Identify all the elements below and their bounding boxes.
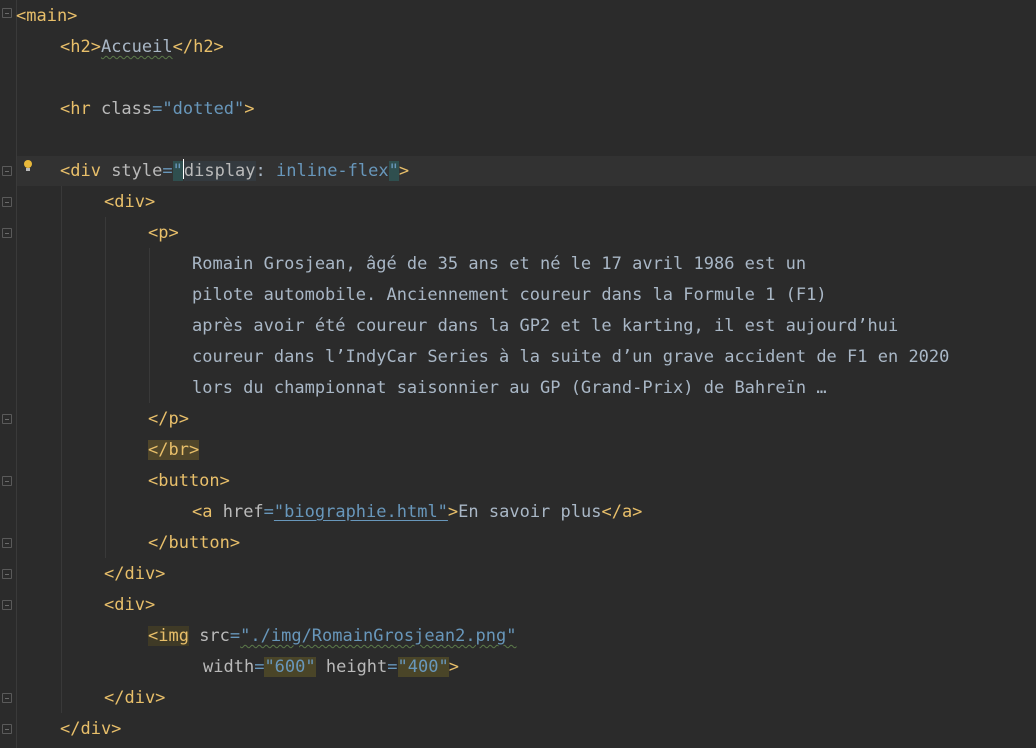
indent-guide xyxy=(149,248,150,403)
code-line: <div> xyxy=(104,188,155,219)
close-quote: " xyxy=(388,161,399,181)
code-line: <button> xyxy=(148,467,230,498)
code-line: width="600" height="400"> xyxy=(203,653,459,684)
editor-gutter xyxy=(0,0,16,748)
div-open-tag: <div xyxy=(60,161,112,181)
paragraph-text: coureur dans l’IndyCar Series à la suite… xyxy=(192,347,950,367)
equals: = xyxy=(254,657,265,677)
height-value: "400" xyxy=(397,657,449,677)
indent-guide xyxy=(61,186,62,713)
fold-marker-icon[interactable] xyxy=(2,476,12,486)
code-line: <a href="biographie.html">En savoir plus… xyxy=(192,498,642,529)
h2-close-tag: </h2> xyxy=(172,37,224,57)
fold-marker-icon[interactable] xyxy=(2,197,12,207)
href-value[interactable]: "biographie.html" xyxy=(274,502,448,522)
hr-class-attr: class xyxy=(100,99,153,119)
code-line: <img src="./img/RomainGrosjean2.png" xyxy=(148,622,517,653)
indent-guide xyxy=(105,217,106,558)
div-close-tag: </div> xyxy=(104,688,166,708)
fold-marker-icon[interactable] xyxy=(2,569,12,579)
p-close-tag: </p> xyxy=(148,409,189,429)
br-tag: </br> xyxy=(148,440,200,460)
code-line: <h2>Accueil</h2> xyxy=(60,33,224,64)
css-value: inline-flex xyxy=(276,161,389,181)
div-open-tag: <div> xyxy=(104,595,156,615)
code-line: <div style="display: inline-flex"> xyxy=(60,157,409,188)
src-attr: src xyxy=(188,626,230,646)
css-colon: : xyxy=(255,161,277,181)
code-line: <div> xyxy=(104,591,155,622)
code-line: Romain Grosjean, âgé de 35 ans et né le … xyxy=(192,250,806,281)
code-line: pilote automobile. Anciennement coureur … xyxy=(192,281,827,312)
hr-tag: <hr xyxy=(60,99,101,119)
code-line: </button> xyxy=(148,529,240,560)
div-close-tag: </div> xyxy=(60,719,122,739)
equals: = xyxy=(263,502,274,522)
tag-end: > xyxy=(447,502,459,522)
div-close-tag: </div> xyxy=(104,564,166,584)
tag-end: > xyxy=(244,99,255,119)
fold-marker-icon[interactable] xyxy=(2,8,12,18)
button-open-tag: <button> xyxy=(148,471,230,491)
link-text: En savoir plus xyxy=(458,502,602,522)
fold-marker-icon[interactable] xyxy=(2,166,12,176)
code-line: lors du championnat saisonnier au GP (Gr… xyxy=(192,374,827,405)
h2-open-tag: <h2> xyxy=(60,37,101,57)
tag-end: > xyxy=(398,161,410,181)
div-open-tag: <div> xyxy=(104,192,156,212)
h2-text: Accueil xyxy=(100,37,173,57)
equals: = xyxy=(387,657,398,677)
paragraph-text: lors du championnat saisonnier au GP (Gr… xyxy=(192,378,827,398)
code-line: </p> xyxy=(148,405,189,436)
fold-marker-icon[interactable] xyxy=(2,538,12,548)
fold-marker-icon[interactable] xyxy=(2,693,12,703)
code-line: </div> xyxy=(104,560,165,591)
open-quote: " xyxy=(172,161,183,181)
a-open-tag: <a xyxy=(192,502,223,522)
equals: = xyxy=(152,99,163,119)
p-open-tag: <p> xyxy=(148,223,179,243)
paragraph-text: après avoir été coureur dans la GP2 et l… xyxy=(192,316,899,336)
code-line: </div> xyxy=(104,684,165,715)
code-line: <p> xyxy=(148,219,179,250)
button-close-tag: </button> xyxy=(148,533,241,553)
code-line: <main> xyxy=(16,2,77,33)
paragraph-text: pilote automobile. Anciennement coureur … xyxy=(192,285,827,305)
equals: = xyxy=(229,626,241,646)
fold-marker-icon[interactable] xyxy=(2,600,12,610)
paragraph-text: Romain Grosjean, âgé de 35 ans et né le … xyxy=(192,254,807,274)
width-attr: width xyxy=(203,657,255,677)
hr-class-value: "dotted" xyxy=(162,99,245,119)
gutter-divider xyxy=(16,0,17,748)
code-line: après avoir été coureur dans la GP2 et l… xyxy=(192,312,898,343)
tag-end: > xyxy=(448,657,459,677)
href-attr: href xyxy=(222,502,264,522)
fold-marker-icon[interactable] xyxy=(2,414,12,424)
main-open-tag: <main> xyxy=(16,6,78,26)
fold-marker-icon[interactable] xyxy=(2,724,12,734)
code-line: <hr class="dotted"> xyxy=(60,95,255,126)
src-value: "./img/RomainGrosjean2.png" xyxy=(240,626,517,646)
width-value: "600" xyxy=(264,657,316,677)
lightbulb-icon[interactable] xyxy=(23,160,33,172)
css-property: display xyxy=(183,161,256,181)
fold-marker-icon[interactable] xyxy=(2,228,12,238)
equals: = xyxy=(162,161,173,181)
height-attr: height xyxy=(315,657,388,677)
code-line: </div> xyxy=(60,715,121,746)
img-open-tag: <img xyxy=(148,626,189,646)
code-line: coureur dans l’IndyCar Series à la suite… xyxy=(192,343,949,374)
a-close-tag: </a> xyxy=(601,502,643,522)
div-style-attr: style xyxy=(111,161,163,181)
code-line: </br> xyxy=(148,436,200,467)
